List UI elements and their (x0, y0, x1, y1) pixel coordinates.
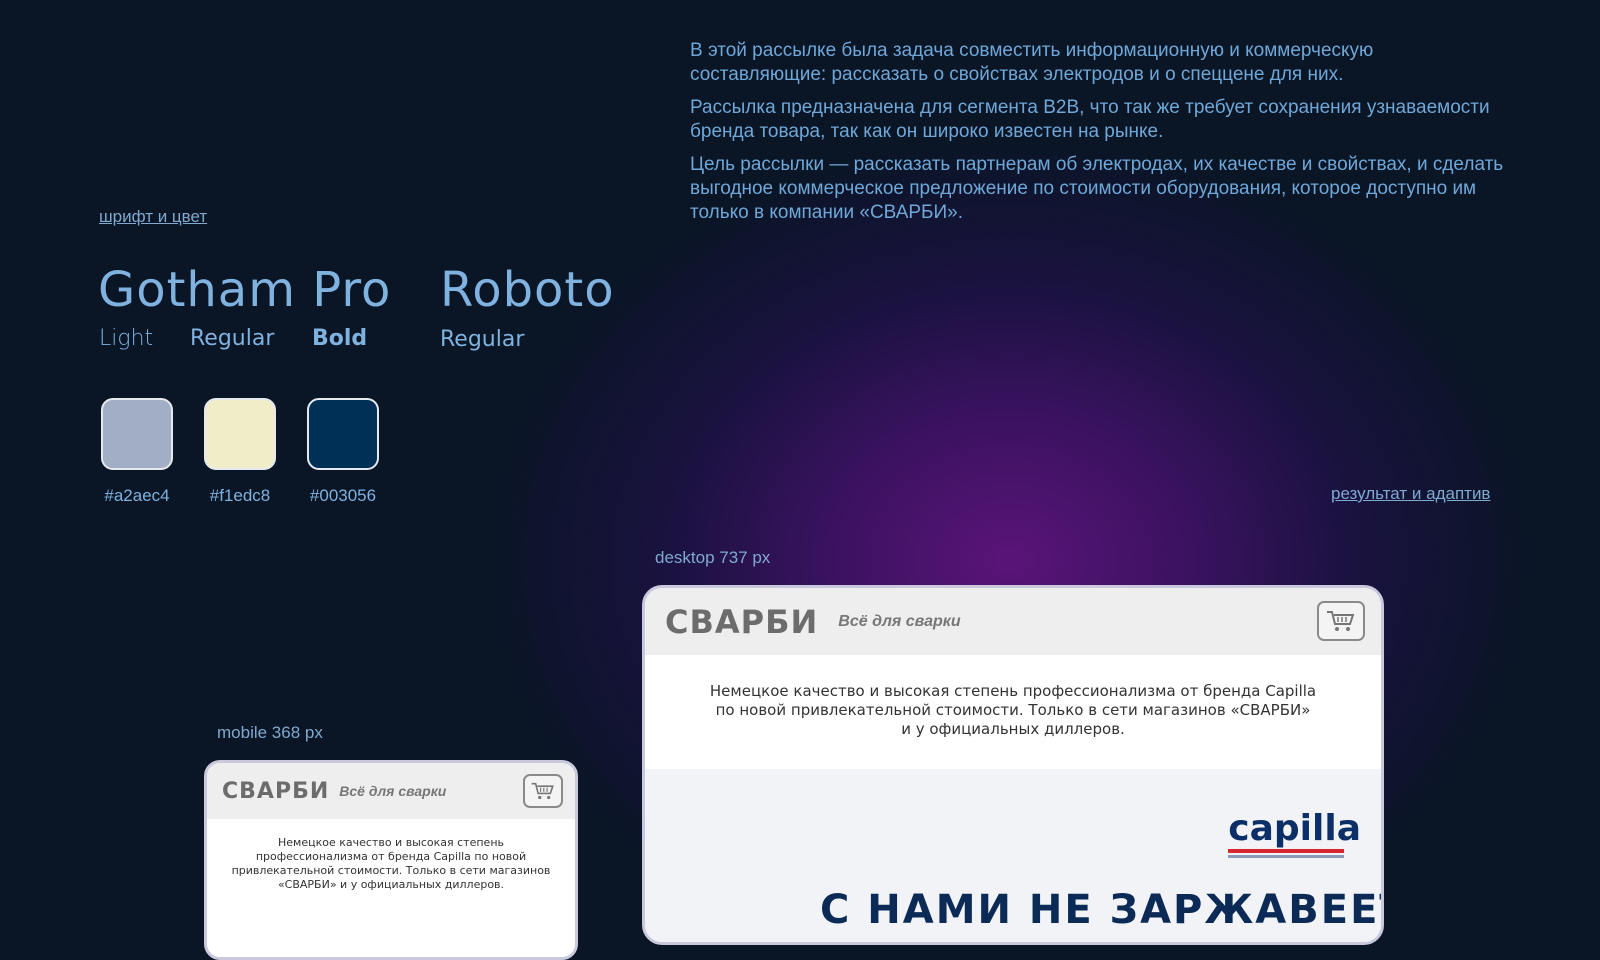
font-color-link[interactable]: шрифт и цвет (99, 207, 207, 227)
capilla-logo: capilla (1228, 811, 1361, 858)
mobile-cart-icon[interactable] (523, 774, 563, 808)
mobile-body-line: профессионализма от бренда Capilla по но… (255, 850, 527, 863)
font-weight-light: Light (99, 326, 154, 351)
email-body-line: по новой привлекательной стоимости. Толь… (715, 701, 1311, 719)
mobile-body-line: Немецкое качество и высокая степень (278, 836, 504, 849)
mobile-email-header: СВАРБИ Всё для сварки (207, 763, 575, 819)
email-promo-block: capilla С НАМИ НЕ ЗАРЖАВЕЕТ (645, 769, 1384, 942)
desktop-preview-label: desktop 737 px (655, 548, 771, 567)
desktop-email-preview: СВАРБИ Всё для сварки Немецкое качество … (642, 585, 1384, 945)
mobile-body-line: привлекательной стоимости. Только в сети… (231, 864, 551, 877)
intro-paragraph-1: В этой рассылке была задача совместить и… (690, 40, 1374, 85)
mobile-email-preview: СВАРБИ Всё для сварки Немецкое качество … (204, 760, 578, 960)
swatch-label-1: #a2aec4 (104, 486, 170, 505)
email-tagline: Всё для сварки (838, 612, 961, 630)
email-header: СВАРБИ Всё для сварки (645, 588, 1381, 655)
svarbi-logo: СВАРБИ (665, 602, 819, 641)
email-body-line: Немецкое качество и высокая степень проф… (709, 682, 1317, 700)
email-body-text: Немецкое качество и высокая степень проф… (645, 655, 1381, 769)
capilla-grey-bar (1228, 855, 1345, 858)
mobile-body-line: «СВАРБИ» и у официальных диллеров. (277, 878, 505, 891)
swatch-navy (307, 398, 379, 470)
intro-text: В этой рассылке была задача совместить и… (690, 39, 1510, 234)
result-adaptive-link[interactable]: результат и адаптив (1331, 484, 1490, 504)
font-gotham-title: Gotham Pro (98, 262, 392, 318)
cart-icon[interactable] (1317, 601, 1365, 641)
font-roboto-title: Roboto (440, 262, 615, 318)
promo-headline: С НАМИ НЕ ЗАРЖАВЕЕТ (820, 887, 1384, 933)
swatch-grey-blue (101, 398, 173, 470)
mobile-preview-label: mobile 368 px (217, 723, 323, 742)
roboto-weight-regular: Regular (440, 327, 525, 352)
mobile-email-tagline: Всё для сварки (339, 783, 447, 799)
swatch-cream (204, 398, 276, 470)
mobile-email-body-text: Немецкое качество и высокая степень проф… (207, 819, 575, 902)
swatch-label-3: #003056 (309, 486, 377, 505)
font-weight-bold: Bold (312, 326, 368, 351)
email-body-line: и у официальных диллеров. (901, 720, 1125, 738)
capilla-red-bar (1228, 849, 1345, 853)
intro-paragraph-3: Цель рассылки — рассказать партнерам об … (690, 154, 1504, 223)
capilla-wordmark: capilla (1228, 808, 1361, 849)
swatch-label-2: #f1edc8 (209, 486, 271, 505)
font-weight-regular: Regular (190, 326, 275, 351)
intro-paragraph-2: Рассылка предназначена для сегмента B2B,… (690, 97, 1490, 142)
mobile-svarbi-logo: СВАРБИ (222, 778, 330, 804)
